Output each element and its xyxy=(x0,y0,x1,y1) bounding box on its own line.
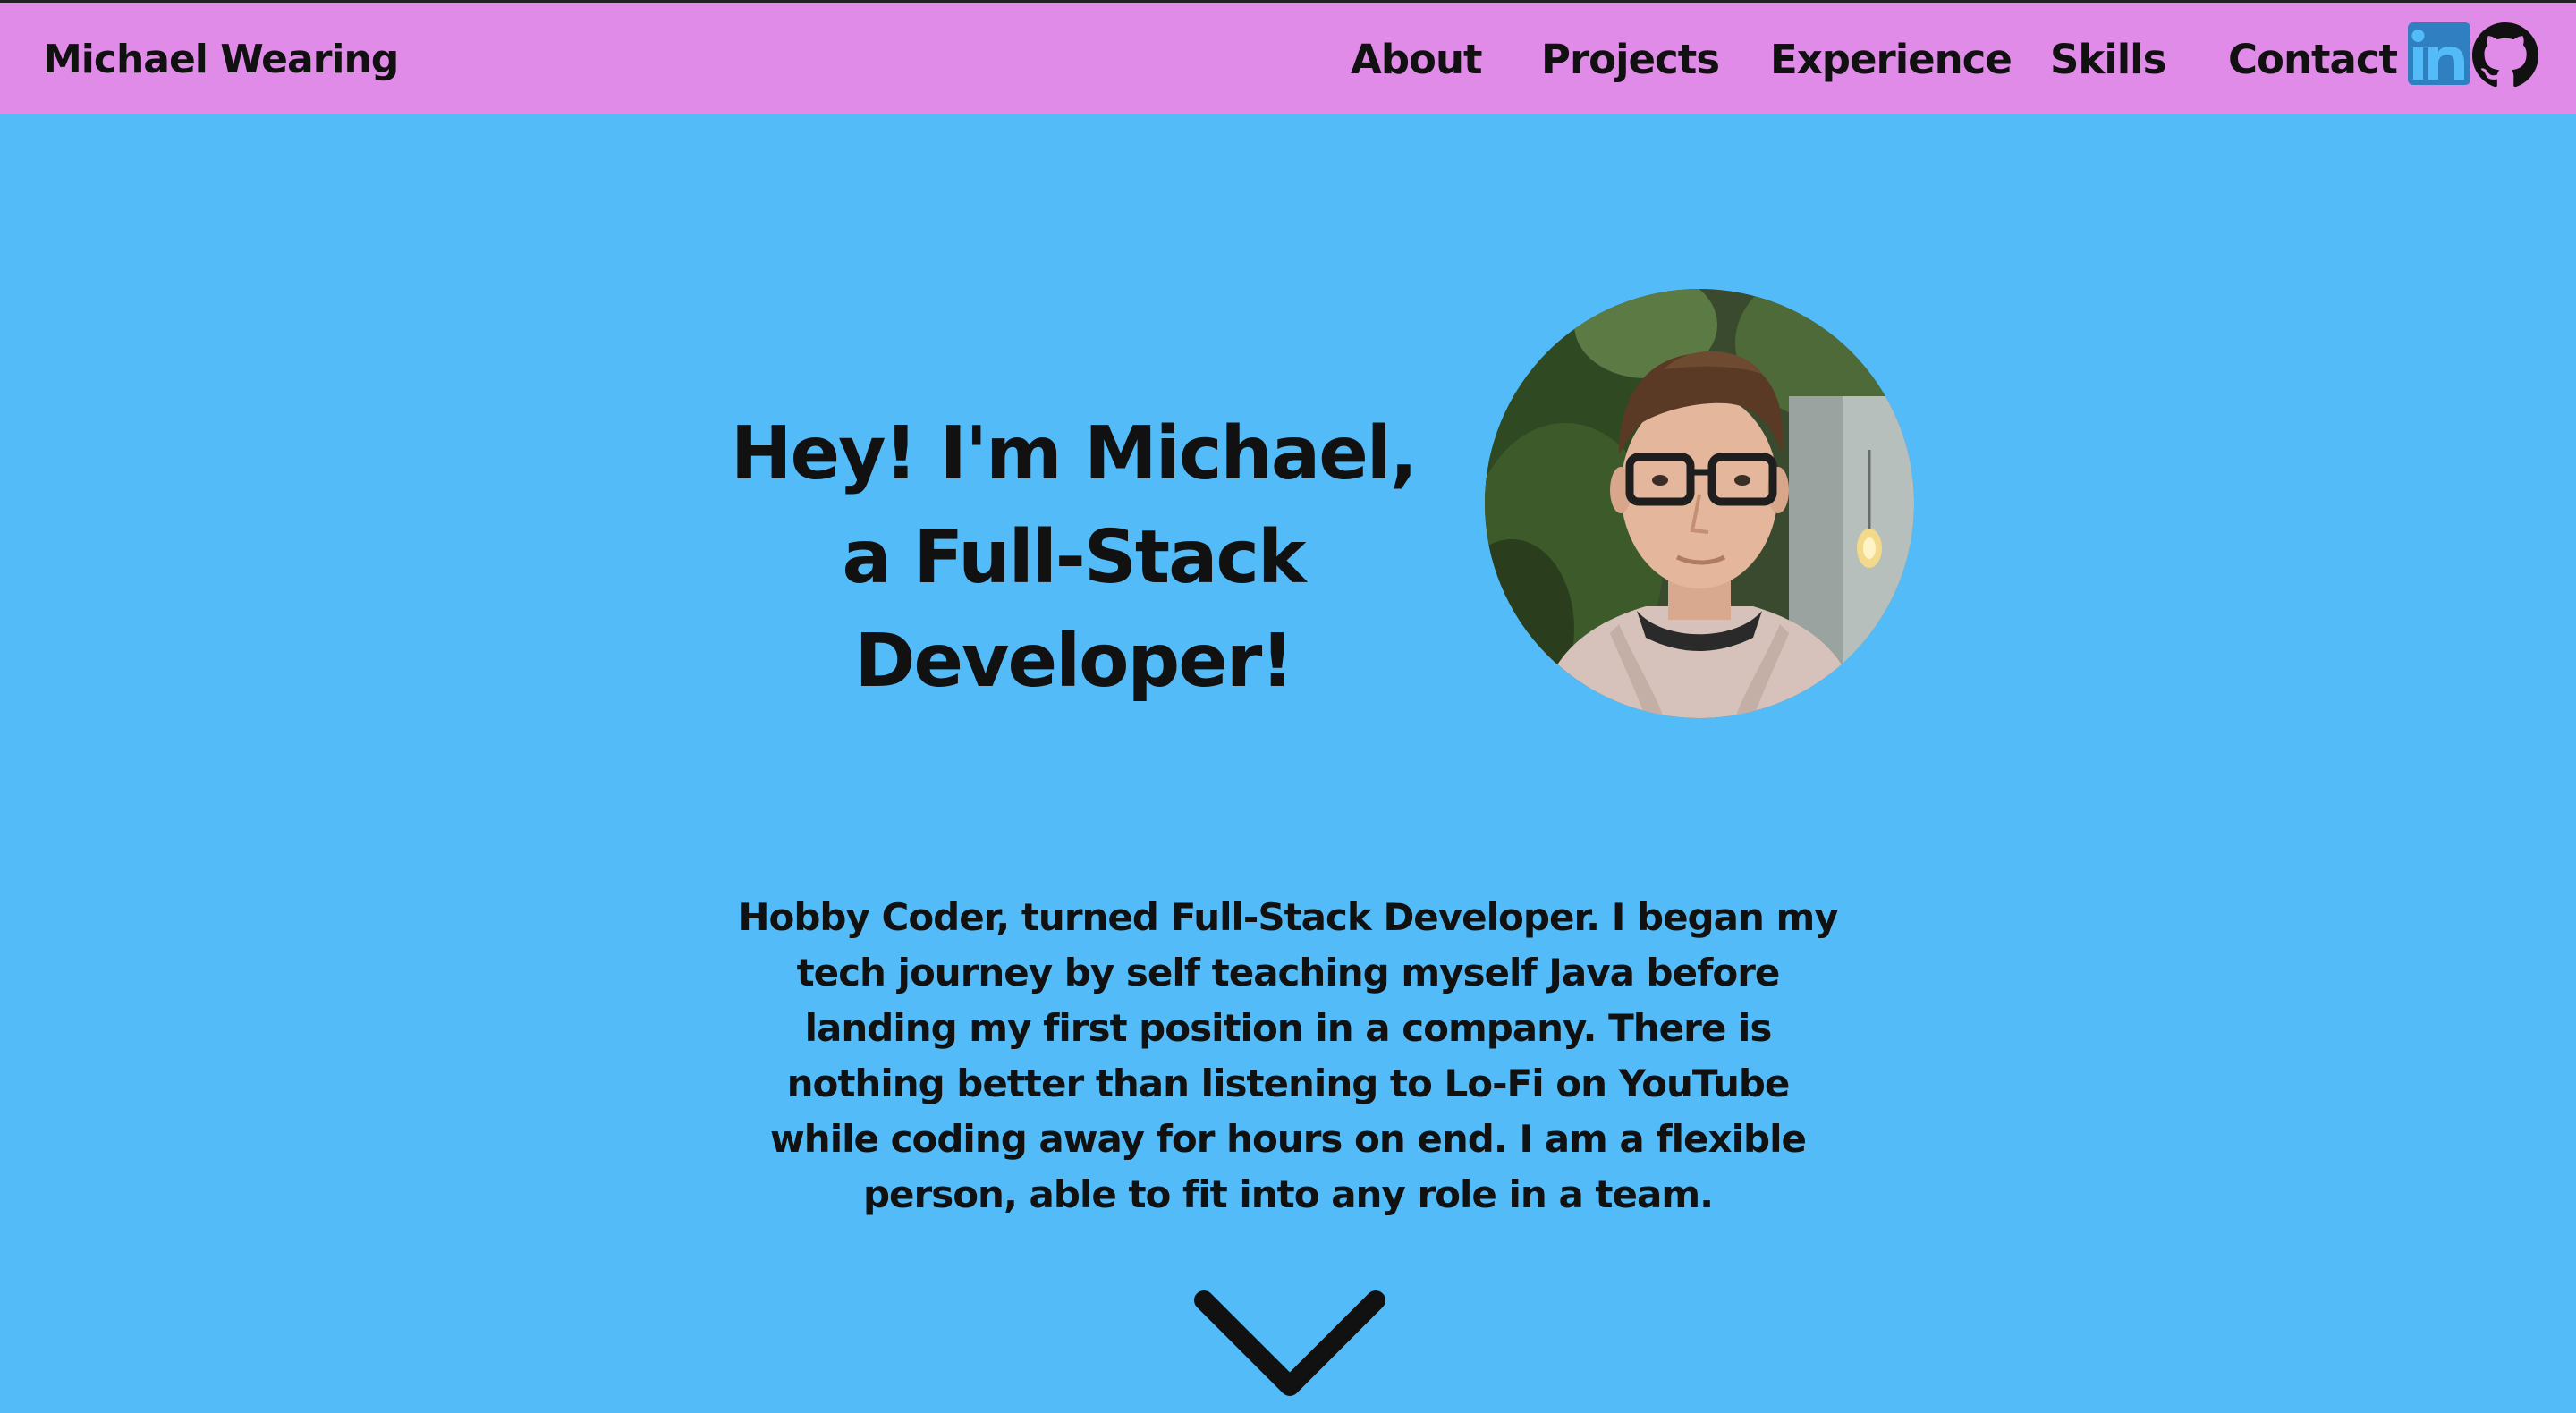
github-icon[interactable] xyxy=(2472,22,2538,88)
hero-title-line-1: Hey! I'm Michael, xyxy=(730,411,1418,496)
hero-title-line-2: a Full-Stack Developer! xyxy=(842,515,1306,704)
chevron-down-icon[interactable] xyxy=(1182,1279,1397,1413)
navbar: Michael Wearing About Projects Experienc… xyxy=(0,3,2576,114)
nav-about[interactable]: About xyxy=(1351,3,1483,114)
hero-title: Hey! I'm Michael, a Full-Stack Developer… xyxy=(626,402,1521,714)
profile-photo xyxy=(1485,289,1914,718)
nav-experience[interactable]: Experience xyxy=(1770,3,2012,114)
nav-projects[interactable]: Projects xyxy=(1541,3,1720,114)
nav-skills[interactable]: Skills xyxy=(2050,3,2166,114)
bio-text: Hobby Coder, turned Full-Stack Developer… xyxy=(738,895,1838,1216)
brand-link[interactable]: Michael Wearing xyxy=(43,3,399,114)
linkedin-icon[interactable] xyxy=(2408,22,2470,85)
nav-contact[interactable]: Contact xyxy=(2228,3,2398,114)
